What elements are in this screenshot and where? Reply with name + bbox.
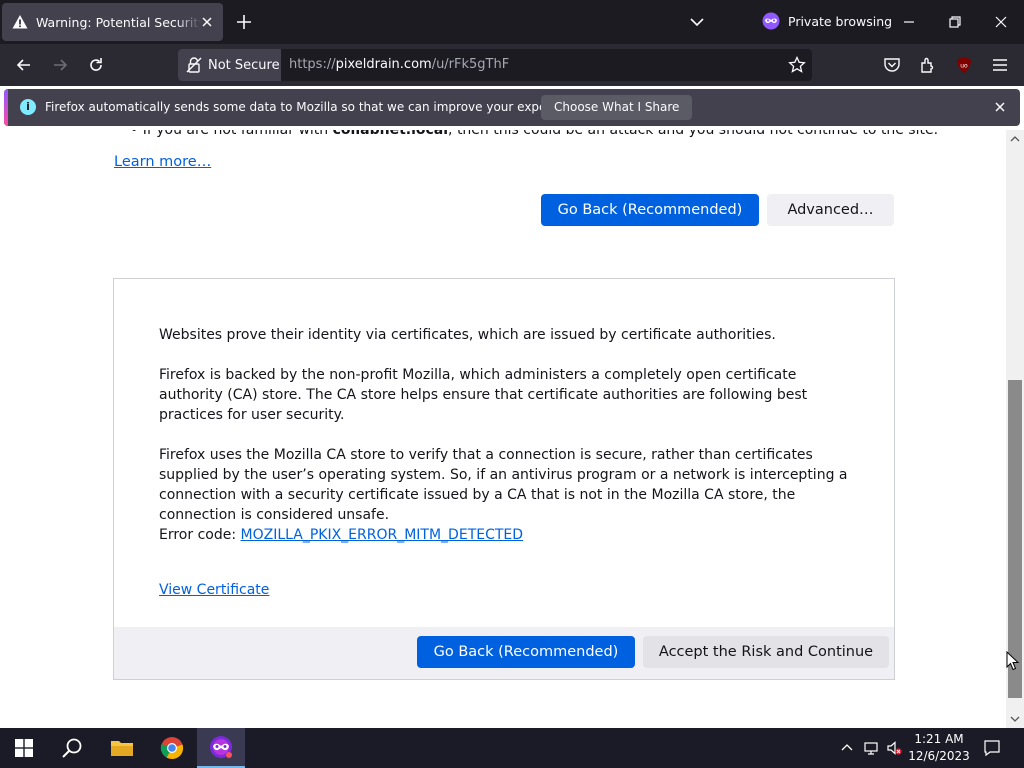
error-code-line: Error code: MOZILLA_PKIX_ERROR_MITM_DETE… xyxy=(159,525,859,545)
new-tab-icon[interactable] xyxy=(234,12,254,32)
file-explorer-icon xyxy=(111,741,133,756)
svg-text:uo: uo xyxy=(960,63,968,70)
notification-accent xyxy=(4,89,8,126)
bullet-host: collabnet.local xyxy=(332,130,449,138)
chrome-button[interactable] xyxy=(148,728,196,768)
volume-muted-icon[interactable] xyxy=(886,740,902,756)
windows-taskbar: 1:21 AM 12/6/2023 xyxy=(0,728,1024,768)
go-back-button-footer[interactable]: Go Back (Recommended) xyxy=(417,636,635,668)
tab-strip: Warning: Potential Security Risk Ahead P… xyxy=(0,0,1024,44)
search-icon xyxy=(62,738,82,758)
minimize-icon[interactable] xyxy=(899,12,919,32)
scroll-down-arrow-icon[interactable] xyxy=(1010,714,1020,724)
notification-message: Firefox automatically sends some data to… xyxy=(45,100,588,114)
tab-security-warning[interactable]: Warning: Potential Security Risk Ahead xyxy=(2,3,223,41)
url-path: /u/rFk5gThF xyxy=(431,57,510,72)
bullet-text-prefix: If you are not familiar with xyxy=(142,130,333,138)
private-browsing-label: Private browsing xyxy=(788,13,893,29)
warning-icon xyxy=(12,15,28,29)
advanced-button[interactable]: Advanced… xyxy=(767,194,894,226)
bookmark-star-icon[interactable] xyxy=(788,56,806,74)
firefox-private-icon xyxy=(210,736,232,758)
accept-risk-button[interactable]: Accept the Risk and Continue xyxy=(643,636,889,668)
certificate-info-paragraph-1: Websites prove their identity via certif… xyxy=(159,327,776,343)
back-icon[interactable] xyxy=(14,55,34,75)
page-content: • If you are not familiar with collabnet… xyxy=(0,130,1006,728)
choose-what-i-share-button[interactable]: Choose What I Share xyxy=(541,95,693,120)
mouse-cursor-icon xyxy=(1006,651,1020,671)
url-bar[interactable]: Not Secure https://pixeldrain.com/u/rFk5… xyxy=(178,49,812,81)
clock-date: 12/6/2023 xyxy=(908,749,970,763)
navigation-toolbar: Not Secure https://pixeldrain.com/u/rFk5… xyxy=(0,44,1024,86)
url-prefix: https:// xyxy=(289,57,336,72)
start-button[interactable] xyxy=(0,728,48,768)
restore-icon[interactable] xyxy=(945,12,965,32)
not-secure-label: Not Secure xyxy=(208,57,280,73)
view-certificate-line: View Certificate xyxy=(159,580,859,600)
scroll-up-arrow-icon[interactable] xyxy=(1010,134,1020,144)
reload-icon[interactable] xyxy=(86,55,106,75)
certificate-info-paragraph-3: Firefox uses the Mozilla CA store to ver… xyxy=(159,447,848,523)
notifications-icon[interactable] xyxy=(983,739,1001,757)
menu-hamburger-icon[interactable] xyxy=(990,55,1010,75)
url-text[interactable]: https://pixeldrain.com/u/rFk5gThF xyxy=(289,57,509,72)
certificate-info-paragraph-2: Firefox is backed by the non-profit Mozi… xyxy=(159,367,808,423)
forward-icon[interactable] xyxy=(50,55,70,75)
advanced-panel-footer: Go Back (Recommended) Accept the Risk an… xyxy=(114,627,894,679)
firefox-private-button[interactable] xyxy=(197,728,245,768)
tab-close-icon[interactable] xyxy=(199,14,215,30)
info-icon: i xyxy=(20,99,36,115)
broken-lock-icon xyxy=(186,57,202,73)
site-security-button[interactable]: Not Secure xyxy=(178,49,281,81)
bullet-text-suffix: , then this could be an attack and you s… xyxy=(448,130,939,138)
ublock-origin-icon[interactable]: uo xyxy=(954,55,974,75)
start-icon xyxy=(15,739,33,757)
go-back-button[interactable]: Go Back (Recommended) xyxy=(541,194,759,226)
list-all-tabs-icon[interactable] xyxy=(688,13,706,31)
error-code-link[interactable]: MOZILLA_PKIX_ERROR_MITM_DETECTED xyxy=(241,527,524,543)
clock-time: 1:21 AM xyxy=(914,732,964,746)
extensions-icon[interactable] xyxy=(918,55,938,75)
search-button[interactable] xyxy=(48,728,96,768)
data-collection-notification: i Firefox automatically sends some data … xyxy=(4,89,1020,126)
close-window-icon[interactable] xyxy=(991,12,1011,32)
network-icon[interactable] xyxy=(863,740,879,756)
pocket-icon[interactable] xyxy=(882,55,902,75)
taskbar-clock[interactable]: 1:21 AM 12/6/2023 xyxy=(906,731,972,765)
error-code-label: Error code: xyxy=(159,527,241,543)
file-explorer-button[interactable] xyxy=(98,728,146,768)
private-browsing-indicator: Private browsing xyxy=(762,12,892,30)
notification-close-icon[interactable] xyxy=(994,101,1006,113)
partially-visible-bullet: • If you are not familiar with collabnet… xyxy=(130,130,938,138)
chrome-icon xyxy=(160,737,184,760)
vertical-scrollbar[interactable] xyxy=(1006,130,1024,728)
url-host: pixeldrain.com xyxy=(335,57,432,72)
learn-more-link[interactable]: Learn more… xyxy=(114,154,211,170)
show-hidden-icons-chevron-icon[interactable] xyxy=(839,740,855,756)
advanced-panel: Websites prove their identity via certif… xyxy=(113,278,895,680)
view-certificate-link[interactable]: View Certificate xyxy=(159,582,269,598)
private-mask-icon xyxy=(762,12,780,30)
tab-title: Warning: Potential Security Risk Ahead xyxy=(36,14,201,30)
